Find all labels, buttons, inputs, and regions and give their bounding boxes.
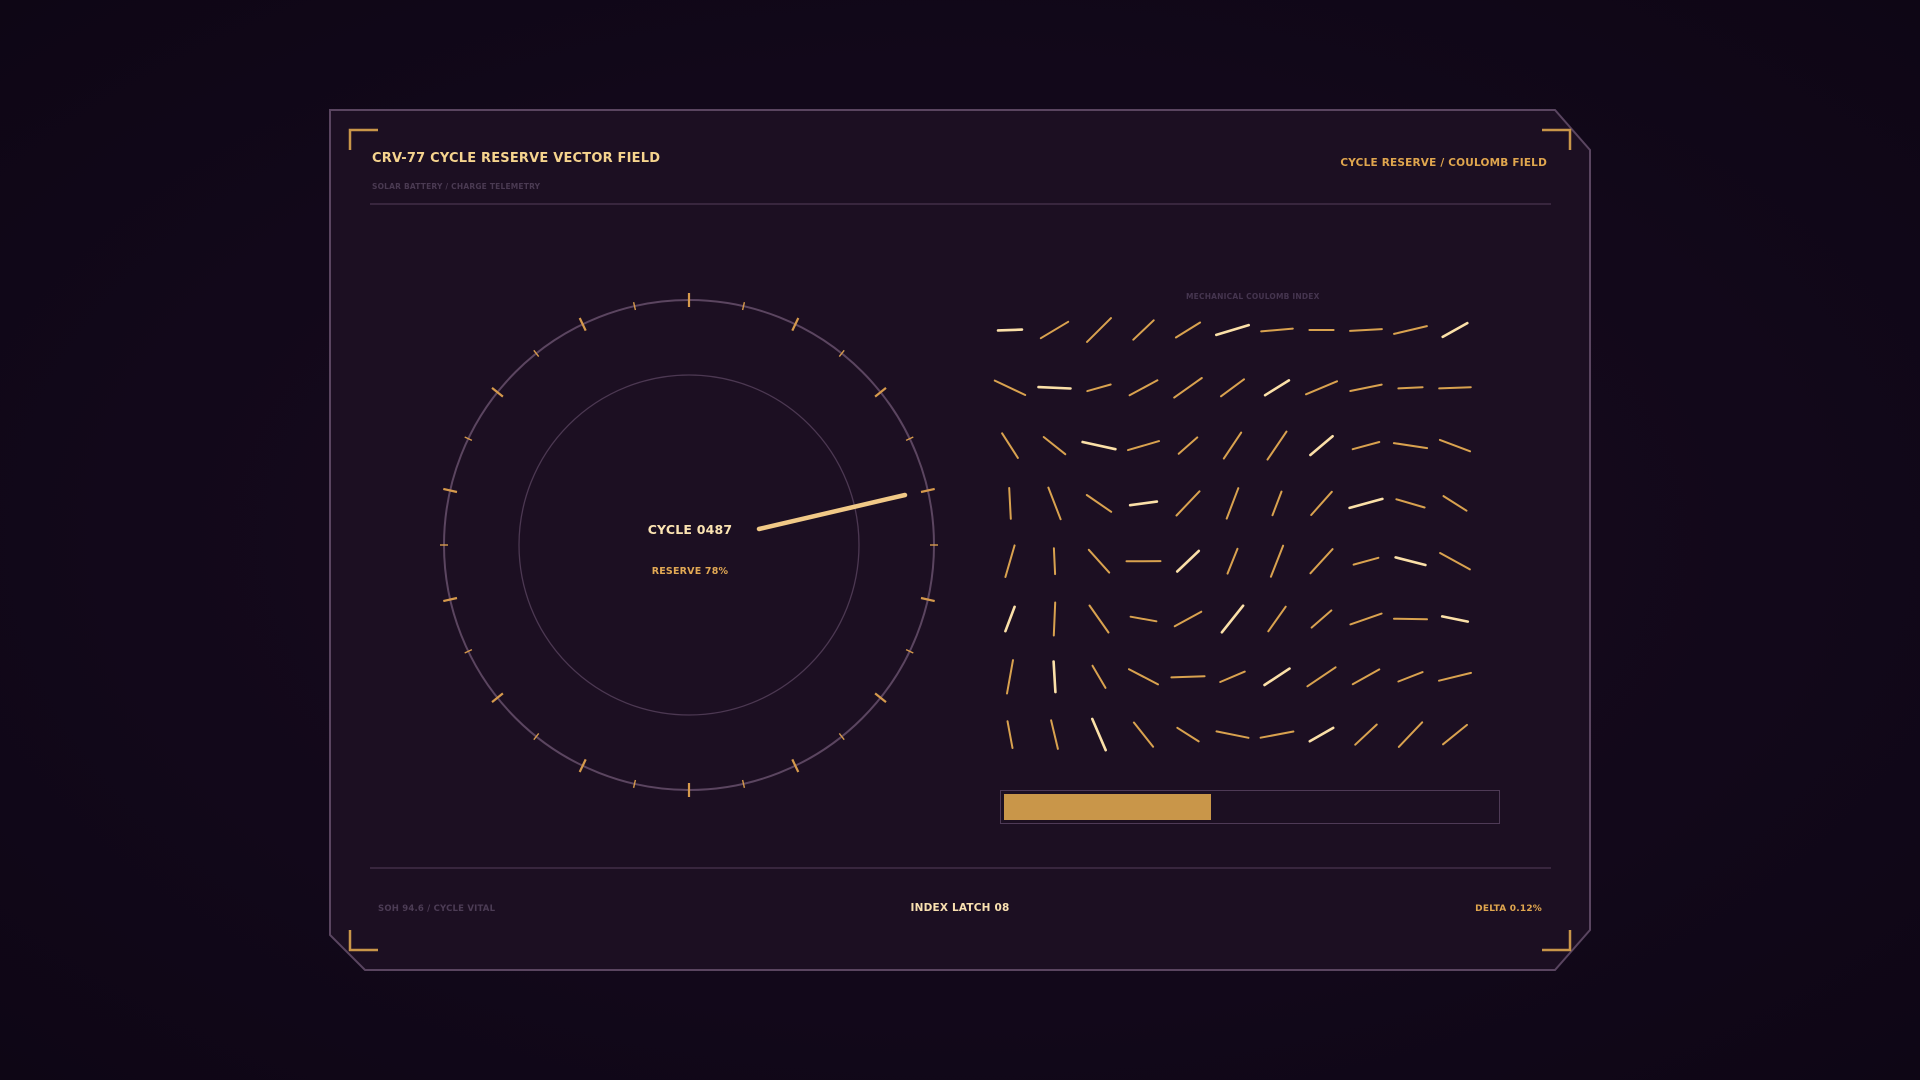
panel-frame xyxy=(329,109,1591,971)
dashboard-stage: CRV-77 CYCLE RESERVE VECTOR FIELD SOLAR … xyxy=(0,0,1920,1080)
header-right-label: CYCLE RESERVE / COULOMB FIELD xyxy=(1340,157,1547,169)
panel-title: CRV-77 CYCLE RESERVE VECTOR FIELD xyxy=(372,151,661,166)
footer-delta-label: DELTA 0.12% xyxy=(1475,904,1542,914)
reserve-readout: RESERVE 78% xyxy=(651,566,729,577)
vector-arrow xyxy=(1438,386,1472,390)
vector-arrow xyxy=(996,328,1024,332)
vector-arrow xyxy=(1037,385,1072,390)
vector-arrow xyxy=(1170,675,1206,679)
footer-index-latch: INDEX LATCH 08 xyxy=(910,902,1010,914)
vector-arrow xyxy=(1052,660,1057,694)
panel-subtitle: SOLAR BATTERY / CHARGE TELEMETRY xyxy=(372,182,541,191)
cycle-readout: CYCLE 0487 xyxy=(647,522,733,537)
vector-field-label: MECHANICAL COULOMB INDEX xyxy=(1186,292,1320,301)
index-progress-fill xyxy=(1004,794,1211,820)
vector-arrow xyxy=(1397,386,1424,390)
vector-arrow xyxy=(1393,617,1428,621)
index-progress-bar xyxy=(1000,790,1500,824)
vector-arrow xyxy=(1052,547,1057,576)
footer-soh-label: SOH 94.6 / CYCLE VITAL xyxy=(378,904,496,914)
vector-arrow xyxy=(1052,601,1057,637)
